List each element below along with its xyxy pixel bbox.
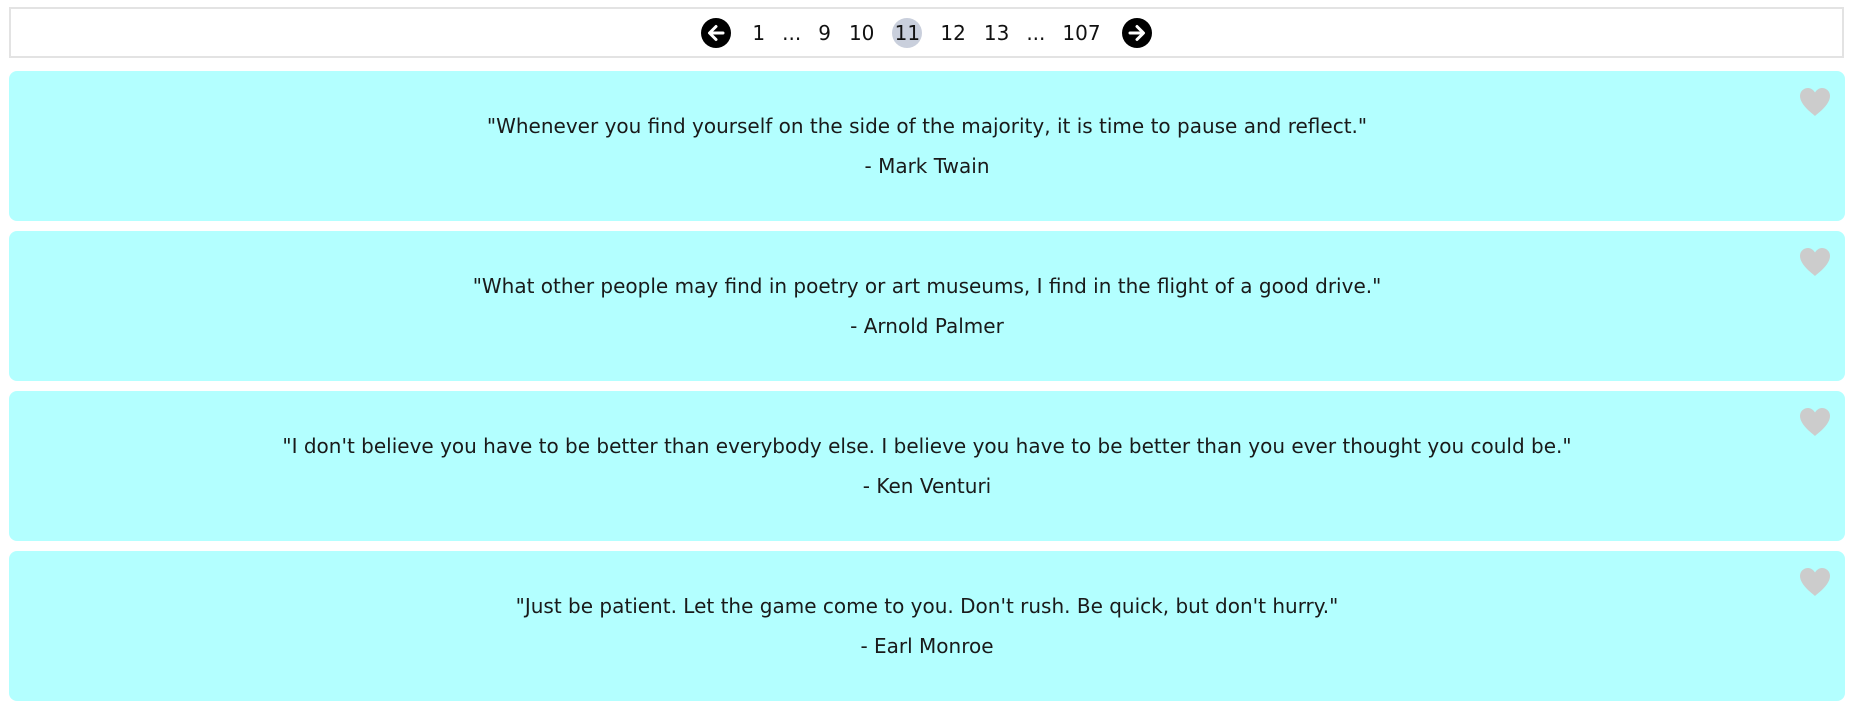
quote-card: "Whenever you find yourself on the side …: [9, 71, 1845, 221]
arrow-left-icon: [708, 24, 725, 41]
quote-text: "Whenever you find yourself on the side …: [486, 114, 1368, 138]
page-link-12[interactable]: 12: [931, 18, 974, 48]
quote-author: - Arnold Palmer: [850, 314, 1004, 338]
quote-card: "What other people may find in poetry or…: [9, 231, 1845, 381]
quote-card: "Just be patient. Let the game come to y…: [9, 551, 1845, 701]
quote-author: - Earl Monroe: [860, 634, 994, 658]
page-link-107[interactable]: 107: [1053, 18, 1109, 48]
quote-card: "I don't believe you have to be better t…: [9, 391, 1845, 541]
arrow-right-icon: [1128, 24, 1145, 41]
quote-text: "I don't believe you have to be better t…: [282, 434, 1572, 458]
heart-icon: [1800, 248, 1830, 276]
pagination: 1 ... 9 10 11 12 13 ... 107: [701, 17, 1152, 48]
favorite-button[interactable]: [1799, 247, 1831, 277]
quote-author: - Ken Venturi: [862, 474, 992, 498]
next-page-button[interactable]: [1121, 17, 1152, 48]
heart-icon: [1800, 568, 1830, 596]
quote-author: - Mark Twain: [864, 154, 990, 178]
quote-text: "Just be patient. Let the game come to y…: [515, 594, 1339, 618]
previous-page-button[interactable]: [701, 17, 732, 48]
page-ellipsis: ...: [1026, 20, 1046, 45]
page-ellipsis: ...: [782, 20, 802, 45]
heart-icon: [1800, 88, 1830, 116]
heart-icon: [1800, 408, 1830, 436]
favorite-button[interactable]: [1799, 407, 1831, 437]
favorite-button[interactable]: [1799, 567, 1831, 597]
pagination-bar: 1 ... 9 10 11 12 13 ... 107: [9, 7, 1844, 58]
quote-text: "What other people may find in poetry or…: [472, 274, 1382, 298]
page-link-13[interactable]: 13: [975, 18, 1018, 48]
page-link-current[interactable]: 11: [892, 17, 923, 48]
page-link-10[interactable]: 10: [840, 18, 883, 48]
favorite-button[interactable]: [1799, 87, 1831, 117]
page-link-1[interactable]: 1: [743, 18, 774, 48]
page-link-9[interactable]: 9: [809, 18, 840, 48]
